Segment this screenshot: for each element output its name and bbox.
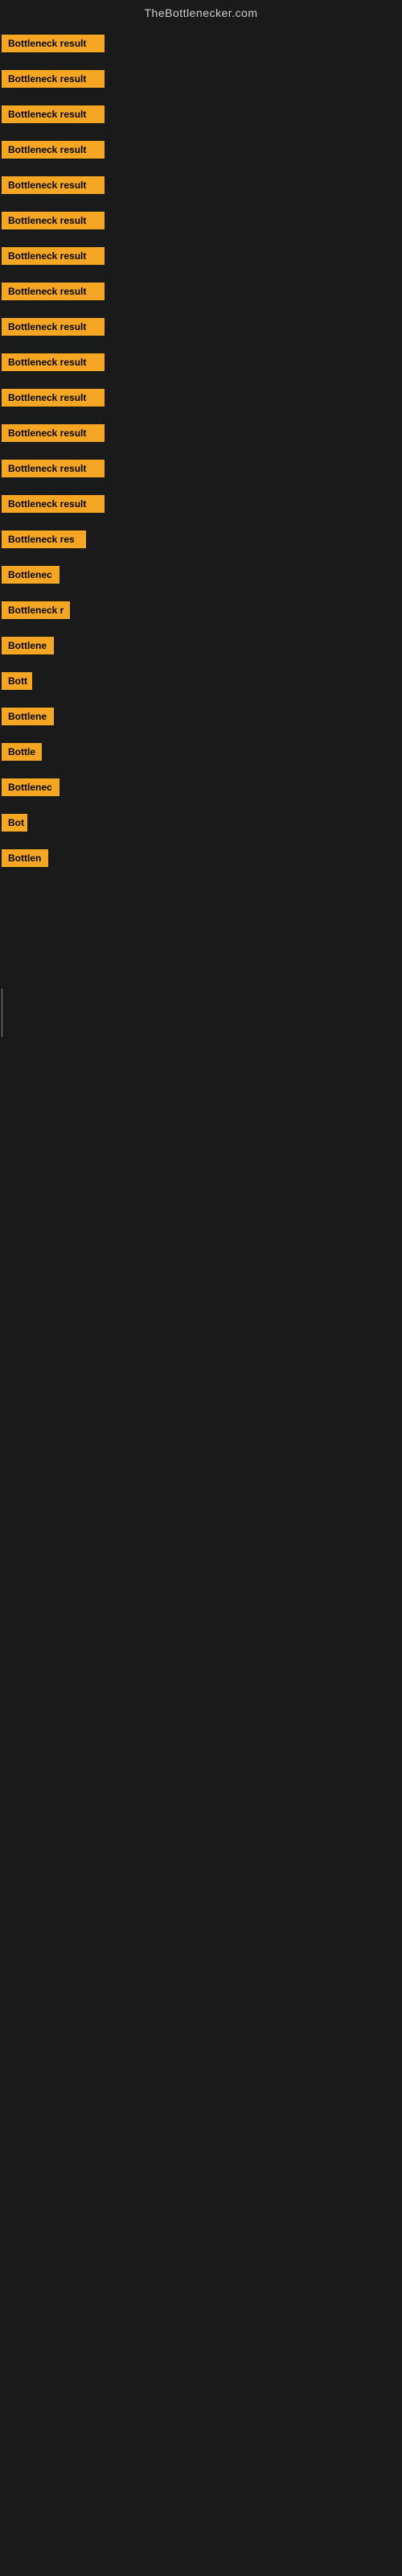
bar-row: Bottleneck result (2, 238, 400, 274)
bottleneck-bar[interactable]: Bottlen (2, 849, 48, 867)
bottleneck-bar[interactable]: Bottleneck result (2, 176, 105, 194)
bar-row: Bottlen (2, 840, 400, 876)
bar-row: Bottleneck result (2, 203, 400, 238)
bottleneck-bar[interactable]: Bottleneck result (2, 141, 105, 159)
bottom-section (0, 876, 402, 1520)
bar-row: Bottleneck result (2, 26, 400, 61)
bottleneck-bar[interactable]: Bottleneck result (2, 389, 105, 407)
bar-row: Bottleneck result (2, 132, 400, 167)
bottleneck-bar[interactable]: Bottleneck result (2, 495, 105, 513)
bar-row: Bottleneck result (2, 486, 400, 522)
bar-row: Bot (2, 805, 400, 840)
bar-row: Bottleneck result (2, 451, 400, 486)
bar-row: Bottle (2, 734, 400, 770)
bottleneck-bar[interactable]: Bottle (2, 743, 42, 761)
bar-row: Bottleneck result (2, 380, 400, 415)
bottleneck-bar[interactable]: Bot (2, 814, 27, 832)
bar-row: Bottlene (2, 699, 400, 734)
bottleneck-bar[interactable]: Bottlenec (2, 566, 59, 584)
bar-row: Bottleneck result (2, 345, 400, 380)
bar-row: Bottlenec (2, 770, 400, 805)
bottleneck-bar[interactable]: Bottleneck result (2, 353, 105, 371)
bar-row: Bottleneck res (2, 522, 400, 557)
chart-area: Bottleneck result Bottleneck result Bottle… (0, 26, 402, 876)
bottleneck-bar[interactable]: Bottlene (2, 637, 54, 654)
bar-row: Bottlene (2, 628, 400, 663)
bar-row: Bottleneck result (2, 274, 400, 309)
bottleneck-bar[interactable]: Bott (2, 672, 32, 690)
bar-row: Bottleneck result (2, 415, 400, 451)
bottleneck-bar[interactable]: Bottleneck result (2, 283, 105, 300)
bottleneck-bar[interactable]: Bottlenec (2, 778, 59, 796)
bottleneck-bar[interactable]: Bottleneck result (2, 424, 105, 442)
bar-row: Bottlenec (2, 557, 400, 592)
bottleneck-bar[interactable]: Bottleneck result (2, 35, 105, 52)
bottleneck-bar[interactable]: Bottleneck result (2, 247, 105, 265)
site-title: TheBottlenecker.com (0, 0, 402, 26)
bar-row: Bottleneck result (2, 309, 400, 345)
bottleneck-bar[interactable]: Bottleneck result (2, 460, 105, 477)
bottleneck-bar[interactable]: Bottleneck result (2, 212, 105, 229)
bar-row: Bottleneck result (2, 167, 400, 203)
bottleneck-bar[interactable]: Bottleneck res (2, 530, 86, 548)
bar-row: Bottleneck result (2, 61, 400, 97)
bottleneck-bar[interactable]: Bottleneck result (2, 105, 105, 123)
bar-row: Bott (2, 663, 400, 699)
bar-row: Bottleneck result (2, 97, 400, 132)
bottleneck-bar[interactable]: Bottleneck result (2, 318, 105, 336)
bottleneck-bar[interactable]: Bottleneck r (2, 601, 70, 619)
bottleneck-bar[interactable]: Bottlene (2, 708, 54, 725)
bottleneck-bar[interactable]: Bottleneck result (2, 70, 105, 88)
bar-row: Bottleneck r (2, 592, 400, 628)
